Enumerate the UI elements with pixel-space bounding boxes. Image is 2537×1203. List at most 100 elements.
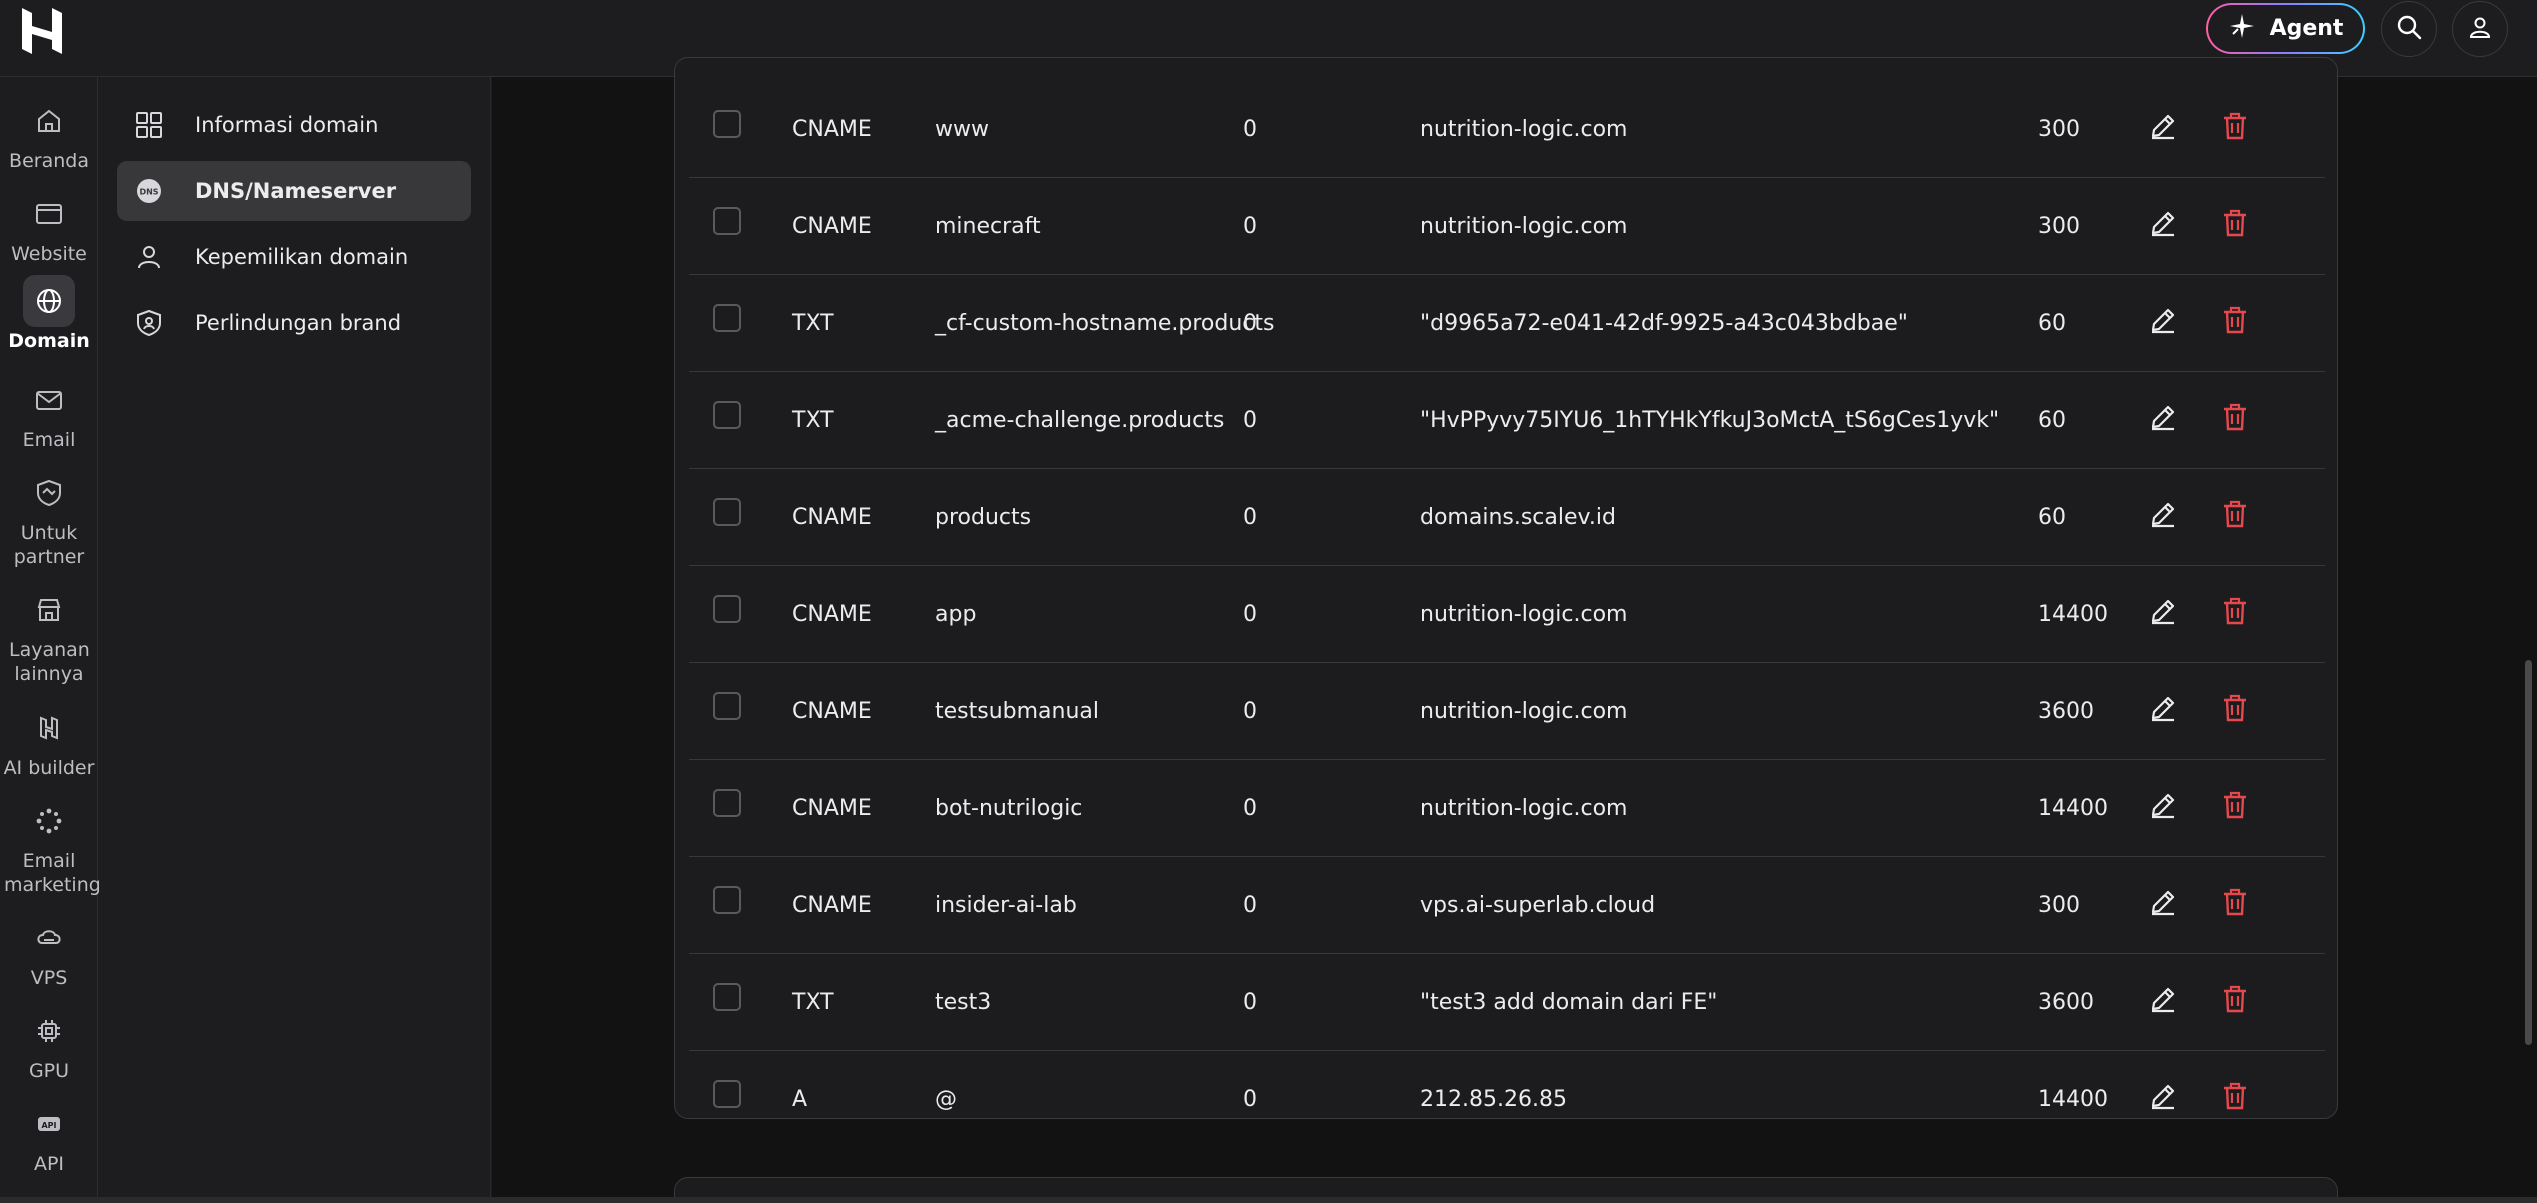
cell-ttl: 14400	[2038, 796, 2108, 821]
home-icon	[23, 95, 75, 147]
delete-button[interactable]	[2215, 400, 2255, 440]
delete-button[interactable]	[2215, 691, 2255, 731]
rail-label: API	[33, 1153, 65, 1175]
delete-button[interactable]	[2215, 982, 2255, 1022]
cell-name: bot-nutrilogic	[935, 796, 1083, 821]
delete-button[interactable]	[2215, 497, 2255, 537]
edit-button[interactable]	[2143, 206, 2183, 246]
cell-name: minecraft	[935, 214, 1041, 239]
agent-button[interactable]: Agent	[2206, 3, 2365, 54]
edit-button[interactable]	[2143, 788, 2183, 828]
row-checkbox[interactable]	[713, 595, 741, 623]
cell-type: CNAME	[792, 505, 872, 530]
pencil-icon	[2148, 499, 2178, 535]
edit-button[interactable]	[2143, 400, 2183, 440]
rail-item-vps[interactable]: VPS	[0, 912, 98, 990]
cell-content: "d9965a72-e041-42df-9925-a43c043bdbae"	[1420, 311, 1908, 336]
edit-button[interactable]	[2143, 1079, 2183, 1119]
trash-icon	[2221, 208, 2249, 244]
rail-item-ai-builder[interactable]: AI builder	[0, 702, 98, 780]
account-button[interactable]	[2452, 1, 2508, 57]
table-row: CNAME insider-ai-lab 0 vps.ai-superlab.clou…	[689, 857, 2325, 954]
subnav-item-dns-nameserver[interactable]: DNS DNS/Nameserver	[117, 161, 471, 221]
table-row: TXT _acme-challenge.products 0 "HvPPyvy75IY…	[689, 372, 2325, 469]
row-checkbox[interactable]	[713, 886, 741, 914]
delete-button[interactable]	[2215, 303, 2255, 343]
edit-button[interactable]	[2143, 885, 2183, 925]
edit-button[interactable]	[2143, 109, 2183, 149]
cell-priority: 0	[1243, 893, 1257, 918]
delete-button[interactable]	[2215, 206, 2255, 246]
svg-text:API: API	[41, 1121, 56, 1130]
rail-item-domain[interactable]: Domain	[0, 275, 98, 353]
delete-button[interactable]	[2215, 885, 2255, 925]
cell-type: CNAME	[792, 117, 872, 142]
rail-item-website[interactable]: Website	[0, 188, 98, 266]
trash-icon	[2221, 984, 2249, 1020]
edit-button[interactable]	[2143, 303, 2183, 343]
delete-button[interactable]	[2215, 594, 2255, 634]
row-checkbox[interactable]	[713, 983, 741, 1011]
row-checkbox[interactable]	[713, 304, 741, 332]
agent-label: Agent	[2269, 16, 2344, 41]
spark-icon	[23, 795, 75, 847]
edit-button[interactable]	[2143, 497, 2183, 537]
cell-priority: 0	[1243, 796, 1257, 821]
search-icon	[2396, 14, 2422, 44]
delete-button[interactable]	[2215, 1079, 2255, 1119]
rail-item-email-marketing[interactable]: Email marketing	[0, 795, 101, 897]
page-scrollbar[interactable]	[2525, 660, 2532, 1045]
delete-button[interactable]	[2215, 788, 2255, 828]
rail-label: AI builder	[3, 757, 95, 779]
trash-icon	[2221, 499, 2249, 535]
row-checkbox[interactable]	[713, 498, 741, 526]
edit-button[interactable]	[2143, 982, 2183, 1022]
table-row: TXT _cf-custom-hostname.products 0 "d9965a7…	[689, 275, 2325, 372]
cell-name: insider-ai-lab	[935, 893, 1077, 918]
cell-ttl: 60	[2038, 311, 2066, 336]
table-row: CNAME products 0 domains.scalev.id 60	[689, 469, 2325, 566]
rail-item-untuk-partner[interactable]: Untuk partner	[0, 467, 98, 569]
delete-button[interactable]	[2215, 109, 2255, 149]
cell-type: CNAME	[792, 214, 872, 239]
subnav-label: DNS/Nameserver	[195, 179, 397, 203]
row-checkbox[interactable]	[713, 692, 741, 720]
subnav-item-informasi-domain[interactable]: Informasi domain	[117, 95, 471, 155]
main-content: CNAME www 0 nutrition-logic.com 300 CNAME mine…	[492, 57, 2537, 1203]
rail-item-beranda[interactable]: Beranda	[0, 95, 98, 173]
edit-button[interactable]	[2143, 594, 2183, 634]
rail-label: Beranda	[9, 150, 89, 172]
rail-label: VPS	[30, 967, 68, 989]
subnav-label: Kepemilikan domain	[195, 245, 409, 269]
cell-name: www	[935, 117, 989, 142]
pencil-icon	[2148, 596, 2178, 632]
cell-name: _acme-challenge.products	[935, 408, 1225, 433]
trash-icon	[2221, 402, 2249, 438]
search-button[interactable]	[2381, 1, 2437, 57]
subnav-item-perlindungan-brand[interactable]: Perlindungan brand	[117, 293, 471, 353]
cell-content: "test3 add domain dari FE"	[1420, 990, 1718, 1015]
row-checkbox[interactable]	[713, 207, 741, 235]
row-checkbox[interactable]	[713, 1080, 741, 1108]
row-checkbox[interactable]	[713, 789, 741, 817]
rail-item-email[interactable]: Email	[0, 374, 98, 452]
row-checkbox[interactable]	[713, 110, 741, 138]
shield-icon	[131, 305, 167, 341]
rail-label: Untuk partner	[13, 522, 85, 568]
row-checkbox[interactable]	[713, 401, 741, 429]
cell-ttl: 300	[2038, 117, 2080, 142]
trash-icon	[2221, 596, 2249, 632]
api-icon: API	[23, 1098, 75, 1150]
rail-item-api[interactable]: API API	[0, 1098, 98, 1176]
hostinger-logo[interactable]	[18, 4, 66, 58]
cell-content: nutrition-logic.com	[1420, 214, 1628, 239]
rail-item-gpu[interactable]: GPU	[0, 1005, 98, 1083]
rail-item-layanan-lainnya[interactable]: Layanan lainnya	[0, 584, 98, 686]
agent-icon	[2228, 12, 2256, 46]
edit-button[interactable]	[2143, 691, 2183, 731]
table-row: CNAME bot-nutrilogic 0 nutrition-logic.com 1…	[689, 760, 2325, 857]
subnav-item-kepemilikan-domain[interactable]: Kepemilikan domain	[117, 227, 471, 287]
table-row: CNAME testsubmanual 0 nutrition-logic.com 36…	[689, 663, 2325, 760]
domain-sub-navigation: Informasi domain DNS DNS/Nameserver Kepe…	[99, 77, 491, 1203]
cell-ttl: 14400	[2038, 602, 2108, 627]
